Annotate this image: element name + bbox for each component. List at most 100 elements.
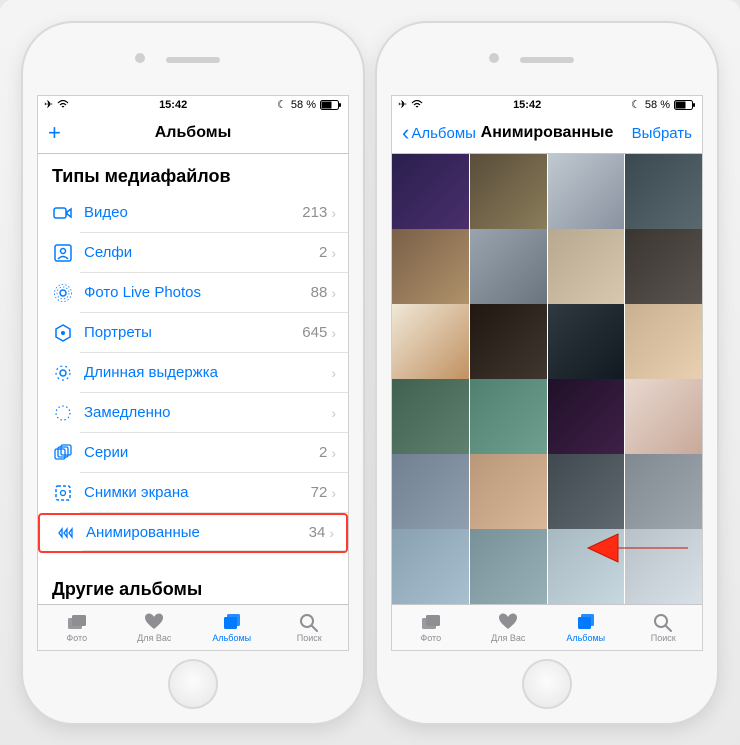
tab-label: Альбомы bbox=[212, 633, 251, 643]
phone-camera bbox=[489, 53, 499, 63]
photo-thumbnail[interactable] bbox=[470, 229, 547, 306]
row-label: Видео bbox=[84, 204, 302, 221]
photo-thumbnail[interactable] bbox=[548, 304, 625, 381]
tab-search[interactable]: Поиск bbox=[271, 605, 349, 650]
airplane-icon: ✈︎ bbox=[44, 98, 53, 111]
chevron-right-icon: › bbox=[331, 245, 336, 261]
status-time: 15:42 bbox=[159, 99, 187, 111]
album-row-screenshot[interactable]: Снимки экрана 72 › bbox=[38, 473, 348, 513]
photo-thumbnail[interactable] bbox=[470, 304, 547, 381]
row-count: 2 bbox=[319, 444, 327, 461]
chevron-right-icon: › bbox=[331, 285, 336, 301]
screenshot-icon bbox=[52, 482, 74, 504]
photo-thumbnail[interactable] bbox=[548, 154, 625, 231]
photo-thumbnail[interactable] bbox=[548, 229, 625, 306]
photo-thumbnail[interactable] bbox=[392, 154, 469, 231]
tab-label: Фото bbox=[66, 633, 87, 643]
photo-thumbnail[interactable] bbox=[470, 379, 547, 456]
photo-thumbnail[interactable] bbox=[392, 304, 469, 381]
row-label: Снимки экрана bbox=[84, 484, 311, 501]
nav-bar: ‹ Альбомы Анимированные Выбрать bbox=[392, 114, 702, 154]
page-title: Альбомы bbox=[155, 124, 232, 142]
tab-albums[interactable]: Альбомы bbox=[547, 605, 625, 650]
chevron-right-icon: › bbox=[331, 325, 336, 341]
home-button[interactable] bbox=[522, 659, 572, 709]
tab-photos[interactable]: Фото bbox=[392, 605, 470, 650]
status-time: 15:42 bbox=[513, 99, 541, 111]
section-header-other-albums: Другие альбомы bbox=[38, 567, 348, 604]
album-row-burst[interactable]: Серии 2 › bbox=[38, 433, 348, 473]
photo-thumbnail[interactable] bbox=[548, 379, 625, 456]
row-label: Серии bbox=[84, 444, 319, 461]
back-button[interactable]: ‹ Альбомы bbox=[402, 120, 476, 146]
row-label: Фото Live Photos bbox=[84, 284, 311, 301]
chevron-right-icon: › bbox=[331, 445, 336, 461]
album-row-video[interactable]: Видео 213 › bbox=[38, 193, 348, 233]
photo-thumbnail[interactable] bbox=[548, 529, 625, 603]
row-count: 72 bbox=[311, 484, 328, 501]
photo-thumbnail[interactable] bbox=[392, 454, 469, 531]
row-label: Селфи bbox=[84, 244, 319, 261]
moon-icon: ☾ bbox=[277, 98, 287, 111]
photo-thumbnail[interactable] bbox=[625, 454, 702, 531]
phone-camera bbox=[135, 53, 145, 63]
tab-bar: Фото Для Вас Альбомы Поиск bbox=[38, 604, 348, 650]
tab-albums-icon bbox=[221, 612, 243, 632]
photo-thumbnail[interactable] bbox=[625, 154, 702, 231]
battery-icon bbox=[320, 100, 342, 110]
chevron-right-icon: › bbox=[329, 525, 334, 541]
video-icon bbox=[52, 202, 74, 224]
tab-albums[interactable]: Альбомы bbox=[193, 605, 271, 650]
battery-text: 58 % bbox=[645, 99, 670, 111]
tab-photos[interactable]: Фото bbox=[38, 605, 116, 650]
battery-icon bbox=[674, 100, 696, 110]
row-count: 213 bbox=[302, 204, 327, 221]
burst-icon bbox=[52, 442, 74, 464]
add-button[interactable]: + bbox=[48, 120, 61, 146]
battery-text: 58 % bbox=[291, 99, 316, 111]
live-photos-icon bbox=[52, 282, 74, 304]
row-count: 88 bbox=[311, 284, 328, 301]
album-row-selfie[interactable]: Селфи 2 › bbox=[38, 233, 348, 273]
photo-thumbnail[interactable] bbox=[625, 529, 702, 603]
photo-thumbnail[interactable] bbox=[470, 529, 547, 603]
tab-label: Альбомы bbox=[566, 633, 605, 643]
album-row-long-exposure[interactable]: Длинная выдержка › bbox=[38, 353, 348, 393]
tab-foryou-icon bbox=[143, 612, 165, 632]
tab-label: Для Вас bbox=[137, 633, 171, 643]
tab-label: Для Вас bbox=[491, 633, 525, 643]
phone-speaker bbox=[166, 57, 220, 63]
photo-thumbnail[interactable] bbox=[625, 304, 702, 381]
animated-icon bbox=[54, 522, 76, 544]
tab-foryou[interactable]: Для Вас bbox=[470, 605, 548, 650]
tab-foryou[interactable]: Для Вас bbox=[116, 605, 194, 650]
tab-search-icon bbox=[298, 612, 320, 632]
chevron-left-icon: ‹ bbox=[402, 120, 409, 146]
content-area: Типы медиафайлов Видео 213 › Селфи 2 › Ф… bbox=[38, 154, 348, 604]
selfie-icon bbox=[52, 242, 74, 264]
home-button[interactable] bbox=[168, 659, 218, 709]
photo-thumbnail[interactable] bbox=[392, 529, 469, 603]
status-bar: ✈︎ 15:42 ☾ 58 % bbox=[38, 96, 348, 114]
tab-photos-icon bbox=[66, 612, 88, 632]
row-label: Портреты bbox=[84, 324, 302, 341]
album-row-live-photos[interactable]: Фото Live Photos 88 › bbox=[38, 273, 348, 313]
album-row-portrait[interactable]: Портреты 645 › bbox=[38, 313, 348, 353]
tab-bar: Фото Для Вас Альбомы Поиск bbox=[392, 604, 702, 650]
album-row-animated[interactable]: Анимированные 34 › bbox=[38, 513, 348, 553]
airplane-icon: ✈︎ bbox=[398, 98, 407, 111]
photo-thumbnail[interactable] bbox=[625, 379, 702, 456]
photo-thumbnail[interactable] bbox=[392, 379, 469, 456]
phone-speaker bbox=[520, 57, 574, 63]
photo-thumbnail[interactable] bbox=[625, 229, 702, 306]
tab-search[interactable]: Поиск bbox=[625, 605, 703, 650]
album-row-slomo[interactable]: Замедленно › bbox=[38, 393, 348, 433]
photo-thumbnail[interactable] bbox=[470, 154, 547, 231]
photo-thumbnail[interactable] bbox=[392, 229, 469, 306]
screen-left: ✈︎ 15:42 ☾ 58 % + Альбомы bbox=[37, 95, 349, 651]
section-header-media-types: Типы медиафайлов bbox=[38, 154, 348, 193]
phone-frame-left: ✈︎ 15:42 ☾ 58 % + Альбомы bbox=[23, 23, 363, 723]
photo-thumbnail[interactable] bbox=[470, 454, 547, 531]
photo-thumbnail[interactable] bbox=[548, 454, 625, 531]
select-button[interactable]: Выбрать bbox=[632, 125, 692, 142]
